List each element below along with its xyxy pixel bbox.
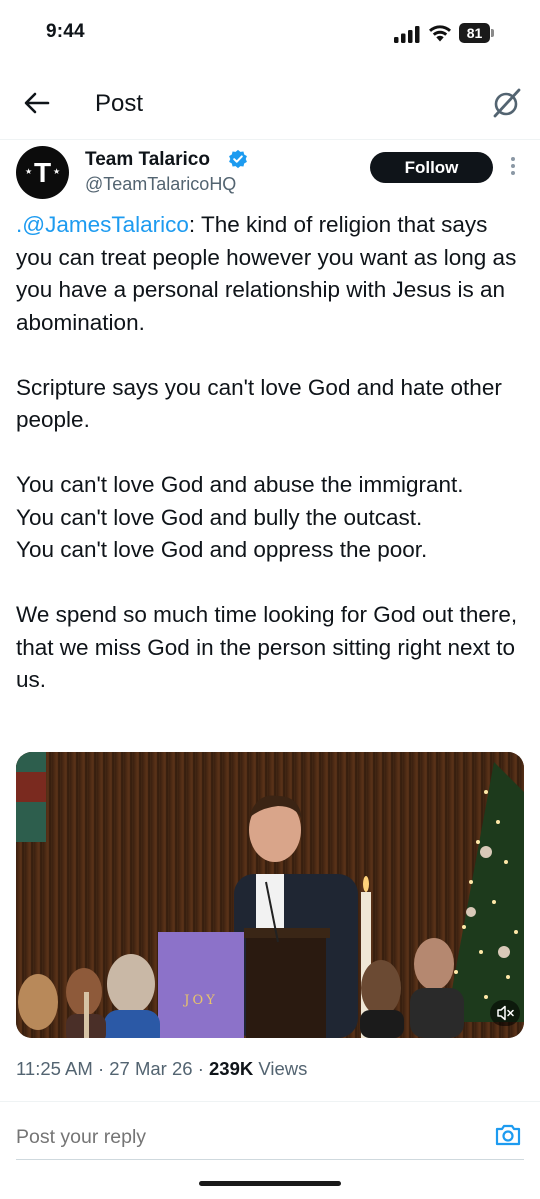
post-meta: 11:25 AM · 27 Mar 26 · 239K Views bbox=[16, 1058, 308, 1079]
status-time: 9:44 bbox=[46, 21, 85, 42]
post-date: 27 Mar 26 bbox=[109, 1058, 193, 1079]
tweet-text: .@JamesTalarico: The kind of religion th… bbox=[16, 209, 528, 697]
reply-input[interactable] bbox=[16, 1122, 476, 1152]
verified-badge-icon bbox=[229, 149, 247, 169]
mute-button[interactable] bbox=[490, 1000, 520, 1026]
tweet-paragraph: .@JamesTalarico: The kind of religion th… bbox=[16, 212, 517, 335]
more-icon[interactable] bbox=[506, 154, 520, 180]
handle[interactable]: @TeamTalaricoHQ bbox=[85, 174, 236, 195]
wifi-icon bbox=[429, 25, 451, 42]
banner-text: JOY bbox=[182, 993, 217, 1008]
page-title: Post bbox=[95, 90, 144, 117]
header: Post bbox=[0, 66, 540, 140]
mute-icon bbox=[497, 1005, 514, 1021]
battery-icon: 81 bbox=[459, 23, 495, 43]
video-frame: JOY bbox=[16, 752, 524, 1038]
back-arrow-icon[interactable] bbox=[20, 88, 54, 118]
avatar-letter: T bbox=[33, 157, 52, 188]
reply-bar bbox=[0, 1102, 540, 1170]
tweet-line: You can't love God and bully the outcast… bbox=[16, 504, 423, 530]
video-player[interactable]: JOY bbox=[16, 752, 524, 1038]
display-name[interactable]: Team Talarico bbox=[85, 149, 210, 171]
views-label: Views bbox=[258, 1058, 308, 1079]
avatar[interactable]: ★ T ★ bbox=[16, 146, 69, 199]
follow-button[interactable]: Follow bbox=[370, 152, 493, 183]
reply-underline bbox=[16, 1159, 524, 1160]
views-count[interactable]: 239K bbox=[209, 1058, 253, 1079]
author-row: ★ T ★ Team Talarico @TeamTalaricoHQ Foll… bbox=[16, 142, 524, 202]
camera-icon[interactable] bbox=[494, 1122, 522, 1148]
grok-icon[interactable] bbox=[490, 86, 524, 120]
post-time: 11:25 AM bbox=[16, 1058, 93, 1079]
status-bar: 9:44 81 bbox=[0, 0, 540, 66]
tweet-paragraph: Scripture says you can't love God and ha… bbox=[16, 374, 502, 433]
tweet-line: You can't love God and oppress the poor. bbox=[16, 537, 428, 562]
home-indicator bbox=[199, 1181, 341, 1186]
mention-link[interactable]: .@JamesTalarico bbox=[16, 212, 189, 237]
tweet-line: You can't love God and abuse the immigra… bbox=[16, 472, 464, 497]
battery-level: 81 bbox=[459, 23, 490, 43]
signal-icon bbox=[394, 26, 420, 43]
tweet-paragraph: We spend so much time looking for God ou… bbox=[16, 602, 518, 692]
